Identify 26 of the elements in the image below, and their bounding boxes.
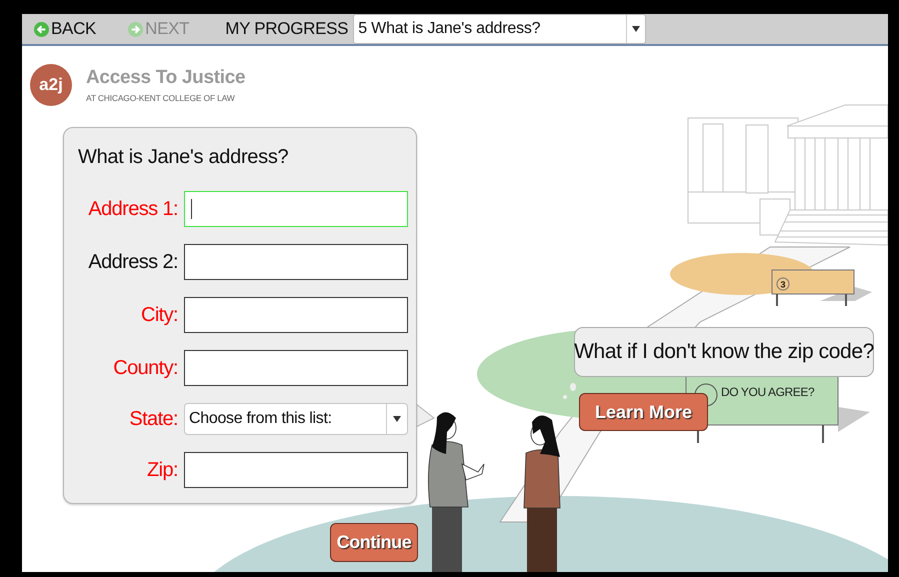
field-label: County: — [112, 356, 178, 380]
sign-caption: DO YOU AGREE? — [721, 385, 814, 399]
help-question-bubble: What if I don't know the zip code? — [574, 327, 874, 377]
logo-title: Access To Justice — [86, 67, 246, 89]
logo-subtitle: AT CHICAGO-KENT COLLEGE OF LAW — [86, 93, 236, 103]
next-arrow-icon — [128, 22, 144, 36]
logo-badge: a2j — [30, 64, 72, 106]
input-field[interactable] — [184, 244, 408, 280]
field-label: Zip: — [146, 458, 178, 482]
input-field[interactable] — [184, 350, 408, 386]
back-arrow-icon — [34, 22, 49, 36]
input-field[interactable] — [184, 297, 408, 333]
field-label: City: — [140, 304, 178, 326]
field-label: Address 2: — [87, 250, 178, 274]
back-button[interactable]: BACK — [34, 19, 96, 39]
thought-dots-icon — [563, 383, 576, 399]
state-dropdown[interactable]: Choose from this list: — [184, 403, 408, 435]
field-label: State: — [128, 408, 178, 430]
question-text: What is Jane's address? — [78, 146, 290, 169]
progress-label: MY PROGRESS — [225, 19, 348, 39]
caret-icon — [632, 26, 640, 32]
sign-number: 3 — [780, 280, 786, 290]
field-label: Address 1: — [87, 198, 178, 220]
progress-dropdown[interactable]: 5 What is Jane's address? — [353, 14, 646, 44]
caret-icon — [393, 416, 401, 422]
input-field[interactable] — [184, 452, 408, 488]
